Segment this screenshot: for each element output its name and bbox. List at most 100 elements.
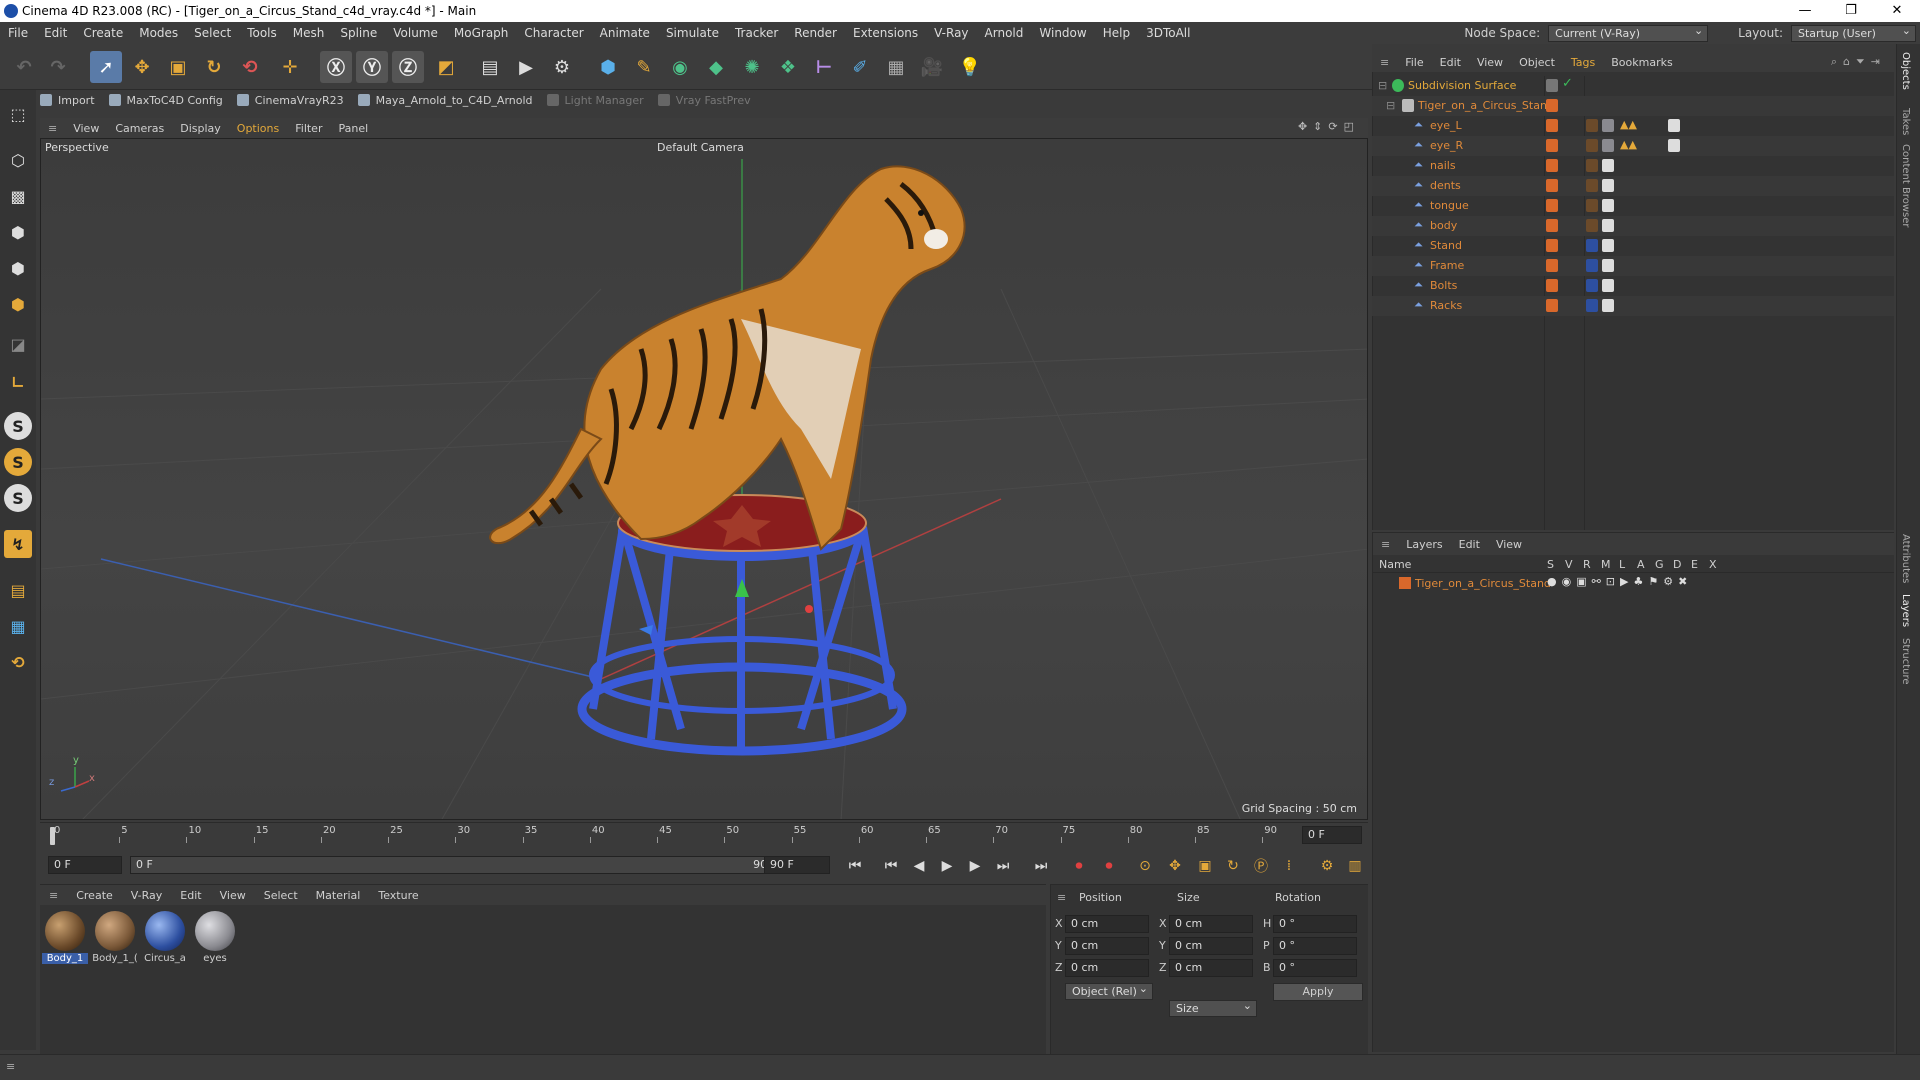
texture-tag-icon[interactable] [1602, 299, 1614, 312]
layer-color-icon[interactable] [1546, 179, 1558, 192]
snap-icon[interactable]: S [4, 412, 32, 440]
texture-tag-icon[interactable] [1602, 239, 1614, 252]
material-menu-select[interactable]: Select [255, 889, 307, 902]
menu-spline[interactable]: Spline [332, 26, 385, 40]
edges-mode-icon[interactable]: ⬢ [4, 254, 32, 282]
layer-color-icon[interactable] [1546, 299, 1558, 312]
material-menu-texture[interactable]: Texture [369, 889, 427, 902]
texture-tag-icon[interactable] [1602, 279, 1614, 292]
vray-fastprev-plugin[interactable]: Vray FastPrev [657, 94, 751, 107]
viewport-menu-filter[interactable]: Filter [287, 122, 330, 135]
light-manager-plugin[interactable]: Light Manager [546, 94, 644, 107]
layer-color-icon[interactable] [1546, 119, 1558, 132]
object-row[interactable]: ⏶ body [1372, 216, 1894, 236]
menu-volume[interactable]: Volume [385, 26, 446, 40]
start-frame-field[interactable]: 0 F [48, 856, 122, 874]
y-axis-icon[interactable]: Ⓨ [356, 51, 388, 83]
viewport-menu-options[interactable]: Options [229, 122, 287, 135]
texture-tag-icon[interactable] [1668, 139, 1680, 152]
scale-tool-icon[interactable]: ▣ [162, 51, 194, 83]
timeline-playhead[interactable] [50, 827, 55, 845]
material-swatch[interactable]: eyes [192, 911, 238, 969]
material-tag-icon[interactable] [1586, 219, 1598, 232]
previous-frame-icon[interactable]: ◀ [907, 855, 931, 877]
material-tag-icon[interactable] [1586, 279, 1598, 292]
menu-render[interactable]: Render [786, 26, 845, 40]
layer-color-icon[interactable] [1546, 99, 1558, 112]
node-space-dropdown[interactable]: Current (V-Ray) [1548, 23, 1709, 42]
menu-simulate[interactable]: Simulate [658, 26, 727, 40]
menu-character[interactable]: Character [516, 26, 591, 40]
timeline-ruler[interactable]: 0 5 10 15 20 25 30 35 40 45 50 55 60 65 70 75 80 85 90 0 F [40, 822, 1368, 846]
texture-tag-icon[interactable] [1602, 219, 1614, 232]
go-to-end-icon[interactable]: ⏭ [1029, 855, 1053, 877]
object-row[interactable]: ⏶ eye_L ▲▲ [1372, 116, 1894, 136]
menu-arnold[interactable]: Arnold [977, 26, 1032, 40]
enabled-check-icon[interactable]: ✓ [1562, 76, 1573, 91]
material-tag-icon[interactable] [1586, 159, 1598, 172]
tab-objects[interactable]: Objects [1900, 52, 1911, 90]
material-tag-icon[interactable] [1586, 259, 1598, 272]
tab-content-browser[interactable]: Content Browser [1900, 144, 1911, 227]
object-menu-object[interactable]: Object [1511, 56, 1563, 69]
menu-modes[interactable]: Modes [131, 26, 186, 40]
undo-icon[interactable]: ↶ [8, 51, 40, 83]
perspective-viewport[interactable]: Perspective Default Camera Grid Spacing … [40, 138, 1368, 820]
timeline-settings-icon[interactable]: ⚙ [1315, 855, 1339, 877]
menu-help[interactable]: Help [1095, 26, 1138, 40]
size-x-field[interactable]: 0 cm [1169, 915, 1253, 933]
texture-tag-icon[interactable] [1668, 119, 1680, 132]
redo-icon[interactable]: ↷ [42, 51, 74, 83]
material-tag-icon[interactable] [1602, 139, 1614, 152]
render-picture-viewer-icon[interactable]: ▶ [510, 51, 542, 83]
points-mode-icon[interactable]: ⬢ [4, 218, 32, 246]
menu-extensions[interactable]: Extensions [845, 26, 926, 40]
status-hamburger-icon[interactable]: ≡ [6, 1060, 15, 1073]
object-row[interactable]: ⏶ Racks [1372, 296, 1894, 316]
add-tool-icon[interactable]: ✛ [274, 51, 306, 83]
material-tag-icon[interactable] [1586, 119, 1598, 132]
phong-tag-icon[interactable]: ▲▲ [1620, 138, 1637, 151]
menu-select[interactable]: Select [186, 26, 239, 40]
coordinate-system-icon[interactable]: ◩ [430, 51, 462, 83]
material-menu-material[interactable]: Material [307, 889, 370, 902]
workplane-icon[interactable]: ▤ [4, 576, 32, 604]
maya-arnold-plugin[interactable]: Maya_Arnold_to_C4D_Arnold [357, 94, 533, 107]
menu-animate[interactable]: Animate [592, 26, 658, 40]
pen-icon[interactable]: ✎ [628, 51, 660, 83]
rotation-b-field[interactable]: 0 ° [1273, 959, 1357, 977]
material-tag-icon[interactable] [1586, 139, 1598, 152]
keyframe-selection-icon[interactable]: ⊙ [1133, 855, 1157, 877]
viewport-menu-display[interactable]: Display [172, 122, 229, 135]
size-z-field[interactable]: 0 cm [1169, 959, 1253, 977]
import-plugin[interactable]: Import [40, 94, 95, 107]
go-to-start-icon[interactable]: ⏮ [843, 855, 867, 877]
menu-file[interactable]: File [0, 26, 36, 40]
menu-mograph[interactable]: MoGraph [446, 26, 517, 40]
polygons-mode-icon[interactable]: ⬢ [4, 290, 32, 318]
layer-dot-icon[interactable] [1546, 79, 1558, 92]
menu-create[interactable]: Create [75, 26, 131, 40]
axis-mode-icon[interactable]: ∟ [4, 368, 32, 396]
object-menu-edit[interactable]: Edit [1432, 56, 1469, 69]
play-icon[interactable]: ▶ [935, 855, 959, 877]
material-tag-icon[interactable] [1602, 119, 1614, 132]
viewport-hamburger-icon[interactable]: ≡ [40, 122, 65, 135]
x-axis-icon[interactable]: Ⓧ [320, 51, 352, 83]
texture-tag-icon[interactable] [1602, 159, 1614, 172]
locked-workplane-icon[interactable]: ⟲ [4, 648, 32, 676]
move-tool-icon[interactable]: ✥ [126, 51, 158, 83]
coordinate-mode-dropdown[interactable]: Object (Rel) [1065, 981, 1153, 1000]
frame-range-slider[interactable]: 0 F 90 F [130, 856, 784, 874]
next-key-icon[interactable]: ⏭ [991, 855, 1015, 877]
current-frame-field[interactable]: 0 F [1302, 826, 1362, 844]
menu-tracker[interactable]: Tracker [727, 26, 786, 40]
texture-mode-icon[interactable]: ▩ [4, 182, 32, 210]
autokey-icon[interactable]: ⏺ [1097, 855, 1121, 877]
object-search-icons[interactable]: ⌕⌂⏷⇥ [1831, 55, 1886, 69]
layer-color-icon[interactable] [1546, 279, 1558, 292]
layer-menu-view[interactable]: View [1488, 538, 1530, 551]
layer-menu-layers[interactable]: Layers [1398, 538, 1450, 551]
size-y-field[interactable]: 0 cm [1169, 937, 1253, 955]
phong-tag-icon[interactable]: ▲▲ [1620, 118, 1637, 131]
